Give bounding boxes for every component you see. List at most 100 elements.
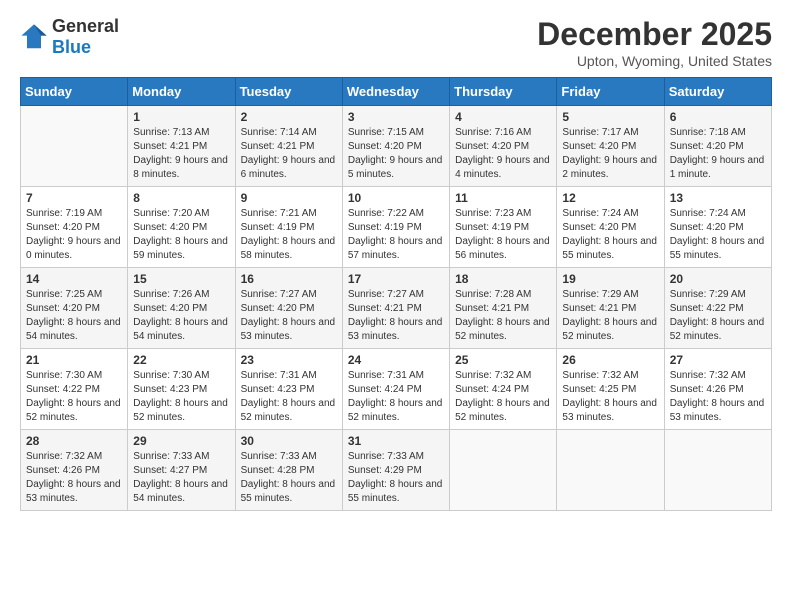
- day-info: Sunrise: 7:32 AMSunset: 4:24 PMDaylight:…: [455, 369, 551, 425]
- calendar-cell: 10Sunrise: 7:22 AMSunset: 4:19 PMDayligh…: [342, 187, 449, 268]
- calendar-header: SundayMondayTuesdayWednesdayThursdayFrid…: [21, 78, 772, 106]
- calendar-cell: 29Sunrise: 7:33 AMSunset: 4:27 PMDayligh…: [128, 430, 235, 511]
- calendar-cell: 4 Sunrise: 7:16 AMSunset: 4:20 PMDaylight…: [450, 106, 557, 187]
- calendar-cell: 30Sunrise: 7:33 AMSunset: 4:28 PMDayligh…: [235, 430, 342, 511]
- day-info: Sunrise: 7:13 AMSunset: 4:21 PMDaylight:…: [133, 126, 229, 182]
- calendar-cell: 6Sunrise: 7:18 AMSunset: 4:20 PMDaylight…: [664, 106, 771, 187]
- logo: General Blue: [20, 16, 119, 58]
- calendar-cell: 9Sunrise: 7:21 AMSunset: 4:19 PMDaylight…: [235, 187, 342, 268]
- day-number: 12: [562, 191, 658, 205]
- calendar-cell: 19Sunrise: 7:29 AMSunset: 4:21 PMDayligh…: [557, 268, 664, 349]
- week-row-2: 7 Sunrise: 7:19 AMSunset: 4:20 PMDaylight…: [21, 187, 772, 268]
- day-info: Sunrise: 7:20 AMSunset: 4:20 PMDaylight:…: [133, 207, 229, 263]
- day-info: Sunrise: 7:29 AMSunset: 4:22 PMDaylight:…: [670, 288, 766, 344]
- calendar-cell: 25 Sunrise: 7:32 AMSunset: 4:24 PMDayligh…: [450, 349, 557, 430]
- day-info: Sunrise: 7:18 AMSunset: 4:20 PMDaylight:…: [670, 126, 766, 182]
- day-number: 20: [670, 272, 766, 286]
- logo-general: General: [52, 16, 119, 36]
- calendar-cell: 8 Sunrise: 7:20 AMSunset: 4:20 PMDaylight…: [128, 187, 235, 268]
- day-info: Sunrise: 7:23 AMSunset: 4:19 PMDaylight:…: [455, 207, 551, 263]
- day-number: 2: [241, 110, 337, 124]
- calendar-cell: 12 Sunrise: 7:24 AMSunset: 4:20 PMDayligh…: [557, 187, 664, 268]
- day-info: Sunrise: 7:32 AMSunset: 4:26 PMDaylight:…: [670, 369, 766, 425]
- day-info: Sunrise: 7:24 AMSunset: 4:20 PMDaylight:…: [562, 207, 658, 263]
- day-info: Sunrise: 7:19 AMSunset: 4:20 PMDaylight:…: [26, 207, 122, 263]
- day-number: 8: [133, 191, 229, 205]
- calendar-cell: 23 Sunrise: 7:31 AMSunset: 4:23 PMDayligh…: [235, 349, 342, 430]
- day-number: 18: [455, 272, 551, 286]
- day-info: Sunrise: 7:27 AMSunset: 4:21 PMDaylight:…: [348, 288, 444, 344]
- header-tuesday: Tuesday: [235, 78, 342, 106]
- location-subtitle: Upton, Wyoming, United States: [537, 53, 772, 69]
- calendar-cell: 24 Sunrise: 7:31 AMSunset: 4:24 PMDayligh…: [342, 349, 449, 430]
- day-info: Sunrise: 7:27 AMSunset: 4:20 PMDaylight:…: [241, 288, 337, 344]
- day-number: 19: [562, 272, 658, 286]
- day-number: 15: [133, 272, 229, 286]
- header-friday: Friday: [557, 78, 664, 106]
- calendar-cell: 20 Sunrise: 7:29 AMSunset: 4:22 PMDayligh…: [664, 268, 771, 349]
- day-number: 17: [348, 272, 444, 286]
- day-number: 16: [241, 272, 337, 286]
- calendar-cell: [664, 430, 771, 511]
- month-title: December 2025: [537, 16, 772, 53]
- day-info: Sunrise: 7:32 AMSunset: 4:25 PMDaylight:…: [562, 369, 658, 425]
- calendar-cell: 22 Sunrise: 7:30 AMSunset: 4:23 PMDayligh…: [128, 349, 235, 430]
- header-monday: Monday: [128, 78, 235, 106]
- day-info: Sunrise: 7:14 AMSunset: 4:21 PMDaylight:…: [241, 126, 337, 182]
- calendar-cell: [450, 430, 557, 511]
- calendar-cell: 27Sunrise: 7:32 AMSunset: 4:26 PMDayligh…: [664, 349, 771, 430]
- week-row-5: 28 Sunrise: 7:32 AMSunset: 4:26 PMDayligh…: [21, 430, 772, 511]
- calendar-cell: 21 Sunrise: 7:30 AMSunset: 4:22 PMDayligh…: [21, 349, 128, 430]
- calendar-cell: 17 Sunrise: 7:27 AMSunset: 4:21 PMDayligh…: [342, 268, 449, 349]
- day-number: 13: [670, 191, 766, 205]
- week-row-3: 14Sunrise: 7:25 AMSunset: 4:20 PMDayligh…: [21, 268, 772, 349]
- day-number: 1: [133, 110, 229, 124]
- day-info: Sunrise: 7:30 AMSunset: 4:23 PMDaylight:…: [133, 369, 229, 425]
- calendar-cell: 15 Sunrise: 7:26 AMSunset: 4:20 PMDayligh…: [128, 268, 235, 349]
- day-info: Sunrise: 7:21 AMSunset: 4:19 PMDaylight:…: [241, 207, 337, 263]
- day-info: Sunrise: 7:31 AMSunset: 4:24 PMDaylight:…: [348, 369, 444, 425]
- calendar-cell: 11 Sunrise: 7:23 AMSunset: 4:19 PMDayligh…: [450, 187, 557, 268]
- calendar-cell: 7 Sunrise: 7:19 AMSunset: 4:20 PMDaylight…: [21, 187, 128, 268]
- day-info: Sunrise: 7:26 AMSunset: 4:20 PMDaylight:…: [133, 288, 229, 344]
- day-number: 21: [26, 353, 122, 367]
- day-number: 7: [26, 191, 122, 205]
- day-number: 23: [241, 353, 337, 367]
- day-number: 24: [348, 353, 444, 367]
- logo-text: General Blue: [52, 16, 119, 58]
- calendar-table: SundayMondayTuesdayWednesdayThursdayFrid…: [20, 77, 772, 511]
- week-row-1: 1 Sunrise: 7:13 AMSunset: 4:21 PMDaylight…: [21, 106, 772, 187]
- day-number: 28: [26, 434, 122, 448]
- calendar-body: 1 Sunrise: 7:13 AMSunset: 4:21 PMDaylight…: [21, 106, 772, 511]
- calendar-cell: 31 Sunrise: 7:33 AMSunset: 4:29 PMDayligh…: [342, 430, 449, 511]
- day-info: Sunrise: 7:33 AMSunset: 4:29 PMDaylight:…: [348, 450, 444, 506]
- header-wednesday: Wednesday: [342, 78, 449, 106]
- calendar-cell: 5Sunrise: 7:17 AMSunset: 4:20 PMDaylight…: [557, 106, 664, 187]
- day-number: 5: [562, 110, 658, 124]
- day-info: Sunrise: 7:30 AMSunset: 4:22 PMDaylight:…: [26, 369, 122, 425]
- logo-icon: [20, 23, 48, 51]
- header-sunday: Sunday: [21, 78, 128, 106]
- day-info: Sunrise: 7:16 AMSunset: 4:20 PMDaylight:…: [455, 126, 551, 182]
- day-info: Sunrise: 7:31 AMSunset: 4:23 PMDaylight:…: [241, 369, 337, 425]
- day-info: Sunrise: 7:33 AMSunset: 4:27 PMDaylight:…: [133, 450, 229, 506]
- day-number: 26: [562, 353, 658, 367]
- header-saturday: Saturday: [664, 78, 771, 106]
- day-info: Sunrise: 7:32 AMSunset: 4:26 PMDaylight:…: [26, 450, 122, 506]
- day-number: 30: [241, 434, 337, 448]
- day-number: 25: [455, 353, 551, 367]
- calendar-cell: [557, 430, 664, 511]
- header-row: SundayMondayTuesdayWednesdayThursdayFrid…: [21, 78, 772, 106]
- day-number: 22: [133, 353, 229, 367]
- day-info: Sunrise: 7:28 AMSunset: 4:21 PMDaylight:…: [455, 288, 551, 344]
- day-number: 11: [455, 191, 551, 205]
- day-number: 31: [348, 434, 444, 448]
- day-info: Sunrise: 7:25 AMSunset: 4:20 PMDaylight:…: [26, 288, 122, 344]
- calendar-cell: 14Sunrise: 7:25 AMSunset: 4:20 PMDayligh…: [21, 268, 128, 349]
- calendar-cell: 3Sunrise: 7:15 AMSunset: 4:20 PMDaylight…: [342, 106, 449, 187]
- page-header: General Blue December 2025 Upton, Wyomin…: [20, 16, 772, 69]
- logo-blue: Blue: [52, 37, 91, 57]
- day-number: 10: [348, 191, 444, 205]
- calendar-cell: 18 Sunrise: 7:28 AMSunset: 4:21 PMDayligh…: [450, 268, 557, 349]
- day-number: 4: [455, 110, 551, 124]
